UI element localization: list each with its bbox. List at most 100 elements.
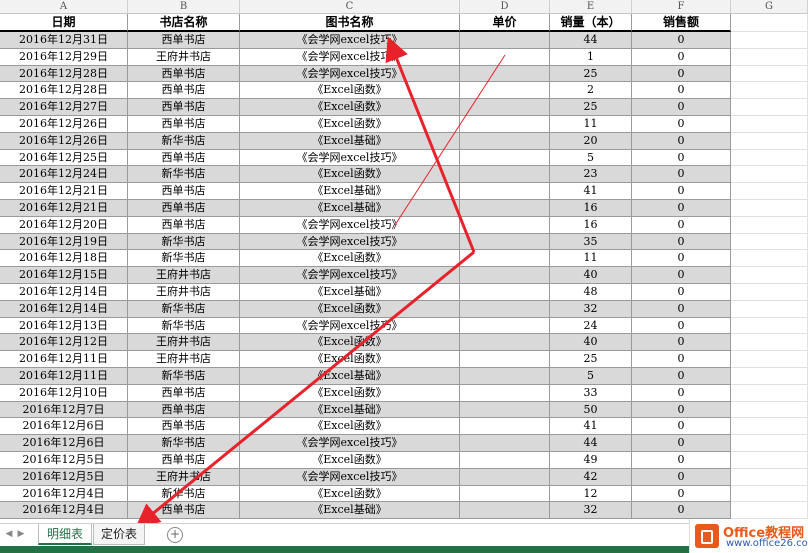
cell-col-g[interactable] [731,468,808,486]
cell-col-book[interactable]: 《会学网excel技巧》 [240,468,460,486]
cell-col-price[interactable] [460,132,550,150]
cell-col-book[interactable]: 《Excel函数》 [240,300,460,318]
cell-col-store[interactable]: 新华书店 [128,485,240,503]
cell-col-store[interactable]: 西单书店 [128,502,240,520]
cell-col-qty[interactable]: 16 [550,216,632,234]
cell-col-price[interactable] [460,149,550,167]
cell-col-qty[interactable]: 11 [550,250,632,268]
cell-col-g[interactable] [731,216,808,234]
cell-col-amount[interactable]: 0 [632,250,731,268]
cell-col-price[interactable] [460,183,550,200]
cell-col-qty[interactable]: 44 [550,435,632,452]
cell-col-qty[interactable]: 24 [550,317,632,335]
cell-col-book[interactable]: 《Excel基础》 [240,502,460,520]
cell-col-g[interactable] [731,435,808,452]
cell-col-store[interactable]: 新华书店 [128,233,240,251]
cell-col-date[interactable]: 2016年12月14日 [0,300,128,318]
cell-col-date[interactable]: 2016年12月5日 [0,468,128,486]
cell-col-amount[interactable]: 0 [632,166,731,184]
cell-col-store[interactable]: 西单书店 [128,452,240,469]
cell-col-qty[interactable]: 2 [550,82,632,100]
cell-col-price[interactable] [460,32,550,49]
column-letter-e[interactable]: E [550,0,632,14]
cell-col-date[interactable]: 2016年12月20日 [0,216,128,234]
next-sheet-icon[interactable]: ▶ [16,529,26,541]
cell-col-store[interactable]: 西单书店 [128,99,240,116]
cell-col-price[interactable] [460,65,550,83]
cell-col-date[interactable]: 2016年12月18日 [0,250,128,268]
cell-col-date[interactable]: 2016年12月25日 [0,149,128,167]
cell-col-amount[interactable]: 0 [632,452,731,469]
cell-col-price[interactable] [460,418,550,436]
cell-col-store[interactable]: 王府井书店 [128,48,240,66]
cell-col-price[interactable] [460,250,550,268]
cell-col-g[interactable] [731,233,808,251]
cell-col-price[interactable] [460,116,550,133]
cell-col-amount[interactable]: 0 [632,351,731,368]
cell-col-store[interactable]: 新华书店 [128,317,240,335]
cell-col-g[interactable] [731,452,808,469]
cell-col-book[interactable]: 《会学网excel技巧》 [240,233,460,251]
cell-col-book[interactable]: 《Excel函数》 [240,99,460,116]
cell-col-store[interactable]: 新华书店 [128,368,240,385]
cell-col-price[interactable] [460,317,550,335]
cell-col-price[interactable] [460,48,550,66]
cell-col-amount[interactable]: 0 [632,284,731,301]
cell-col-price[interactable] [460,99,550,116]
cell-col-price[interactable] [460,82,550,100]
cell-col-g[interactable] [731,334,808,352]
cell-col-qty[interactable]: 20 [550,132,632,150]
cell-col-amount[interactable]: 0 [632,82,731,100]
cell-col-date[interactable]: 2016年12月5日 [0,452,128,469]
prev-sheet-icon[interactable]: ◀ [4,529,14,541]
cell-col-price[interactable] [460,485,550,503]
cell-col-store[interactable]: 王府井书店 [128,284,240,301]
cell-col-book[interactable]: 《Excel函数》 [240,250,460,268]
cell-col-book[interactable]: 《Excel基础》 [240,401,460,419]
cell-col-qty[interactable]: 25 [550,65,632,83]
cell-col-price[interactable] [460,267,550,284]
cell-col-date[interactable]: 2016年12月12日 [0,334,128,352]
cell-col-qty[interactable]: 40 [550,334,632,352]
cell-col-qty[interactable]: 42 [550,468,632,486]
cell-col-date[interactable]: 2016年12月7日 [0,401,128,419]
cell-col-g[interactable] [731,183,808,200]
cell-col-store[interactable]: 新华书店 [128,435,240,452]
cell-col-book[interactable]: 《Excel函数》 [240,334,460,352]
cell-col-store[interactable]: 王府井书店 [128,334,240,352]
cell-col-date[interactable]: 2016年12月26日 [0,132,128,150]
cell-col-amount[interactable]: 0 [632,468,731,486]
cell-col-date[interactable]: 2016年12月6日 [0,418,128,436]
cell-col-amount[interactable]: 0 [632,384,731,402]
cell-col-amount[interactable]: 0 [632,200,731,217]
cell-col-store[interactable]: 西单书店 [128,200,240,217]
cell-col-book[interactable]: 《会学网excel技巧》 [240,65,460,83]
cell-col-qty[interactable]: 44 [550,32,632,49]
cell-col-g[interactable] [731,351,808,368]
cell-col-amount[interactable]: 0 [632,32,731,49]
column-letter-f[interactable]: F [632,0,731,14]
cell-col-g[interactable] [731,166,808,184]
cell-col-book[interactable]: 《Excel函数》 [240,418,460,436]
cell-col-price[interactable] [460,502,550,520]
cell-col-date[interactable]: 2016年12月14日 [0,284,128,301]
cell-col-date[interactable]: 2016年12月21日 [0,183,128,200]
cell-col-book[interactable]: 《会学网excel技巧》 [240,216,460,234]
cell-col-price[interactable] [460,468,550,486]
cell-col-g[interactable] [731,149,808,167]
cell-col-price[interactable] [460,233,550,251]
cell-col-qty[interactable]: 1 [550,48,632,66]
cell-col-g[interactable] [731,200,808,217]
cell-col-qty[interactable]: 50 [550,401,632,419]
tab-mingxibiao[interactable]: 明细表 [38,524,92,545]
cell-col-amount[interactable]: 0 [632,99,731,116]
cell-col-amount[interactable]: 0 [632,418,731,436]
cell-col-g[interactable] [731,267,808,284]
cell-col-qty[interactable]: 35 [550,233,632,251]
cell-col-price[interactable] [460,216,550,234]
cell-col-amount[interactable]: 0 [632,435,731,452]
cell-col-g[interactable] [731,48,808,66]
cell-col-price[interactable] [460,435,550,452]
cell-col-g[interactable] [731,284,808,301]
cell-col-amount[interactable]: 0 [632,116,731,133]
